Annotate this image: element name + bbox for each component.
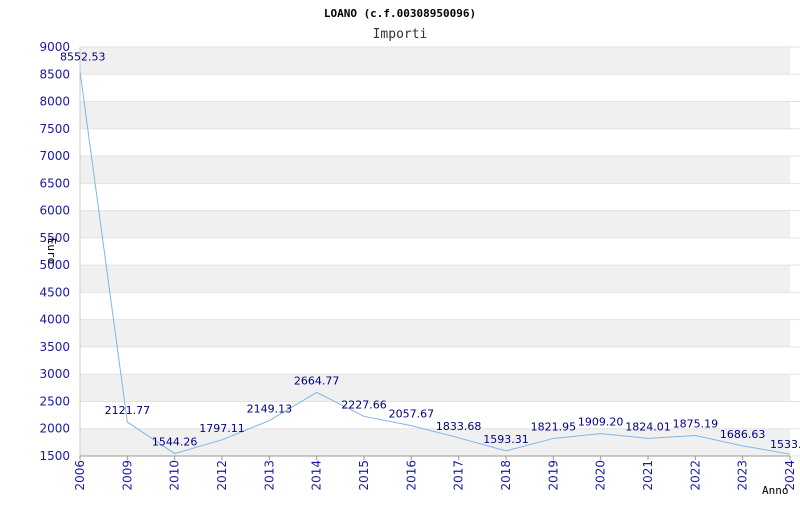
y-tick-label: 4500 — [39, 285, 70, 299]
x-tick-label: 2015 — [357, 460, 371, 491]
x-tick-label: 2010 — [168, 460, 182, 491]
x-tick-label: 2016 — [404, 460, 418, 491]
y-tick-label: 3500 — [39, 340, 70, 354]
x-tick-label: 2018 — [499, 460, 513, 491]
y-tick-label: 6500 — [39, 176, 70, 190]
x-tick-label: 2006 — [73, 460, 87, 491]
data-label: 2227.66 — [341, 398, 387, 411]
y-tick-label: 7500 — [39, 122, 70, 136]
line-chart: 1500200025003000350040004500500055006000… — [39, 7, 800, 497]
x-tick-label: 2017 — [452, 460, 466, 491]
data-label: 1824.01 — [625, 420, 671, 433]
y-axis-label: Euro — [45, 238, 58, 265]
x-tick-label: 2022 — [688, 460, 702, 491]
grid-band — [80, 265, 790, 293]
y-tick-label: 8000 — [39, 95, 70, 109]
data-label: 1821.95 — [531, 420, 577, 433]
data-label: 8552.53 — [60, 50, 106, 63]
x-tick-label: 2021 — [641, 460, 655, 491]
data-label: 1533.3 — [770, 438, 800, 451]
data-label: 1686.63 — [720, 428, 766, 441]
x-tick-label: 2023 — [736, 460, 750, 491]
grid-band — [80, 156, 790, 184]
y-tick-label: 6000 — [39, 204, 70, 218]
grid-band — [80, 210, 790, 238]
chart-subtitle: Importi — [373, 27, 428, 42]
data-label: 1875.19 — [673, 418, 719, 431]
x-tick-label: 2019 — [546, 460, 560, 491]
data-label: 1833.68 — [436, 420, 482, 433]
data-label: 1593.31 — [483, 433, 529, 446]
grid-band — [80, 374, 790, 402]
data-label: 2149.13 — [247, 403, 293, 416]
x-axis-label: Anno — [762, 484, 789, 497]
x-tick-label: 2013 — [262, 460, 276, 491]
y-tick-label: 2000 — [39, 422, 70, 436]
x-tick-label: 2014 — [310, 460, 324, 491]
data-label: 2057.67 — [389, 408, 435, 421]
y-tick-label: 8500 — [39, 67, 70, 81]
grid-band — [80, 47, 790, 75]
x-tick-label: 2020 — [594, 460, 608, 491]
y-tick-label: 2500 — [39, 394, 70, 408]
y-tick-label: 3000 — [39, 367, 70, 381]
data-label: 1909.20 — [578, 416, 624, 429]
x-tick-label: 2012 — [215, 460, 229, 491]
chart-container: 1500 2000 2500 3000 3500 4000 4500 5000 5500 6000… — [0, 0, 800, 500]
data-label: 2121.77 — [105, 404, 151, 417]
grid-band — [80, 101, 790, 129]
chart-title: LOANO (c.f.00308950096) — [324, 7, 476, 20]
grid-band — [80, 319, 790, 347]
data-label: 1797.11 — [199, 422, 245, 435]
data-label: 2664.77 — [294, 374, 340, 387]
y-tick-label: 7000 — [39, 149, 70, 163]
y-tick-label: 4000 — [39, 313, 70, 327]
y-tick-label: 1500 — [39, 449, 70, 463]
data-label: 1544.26 — [152, 436, 198, 449]
x-tick-label: 2009 — [120, 460, 134, 491]
